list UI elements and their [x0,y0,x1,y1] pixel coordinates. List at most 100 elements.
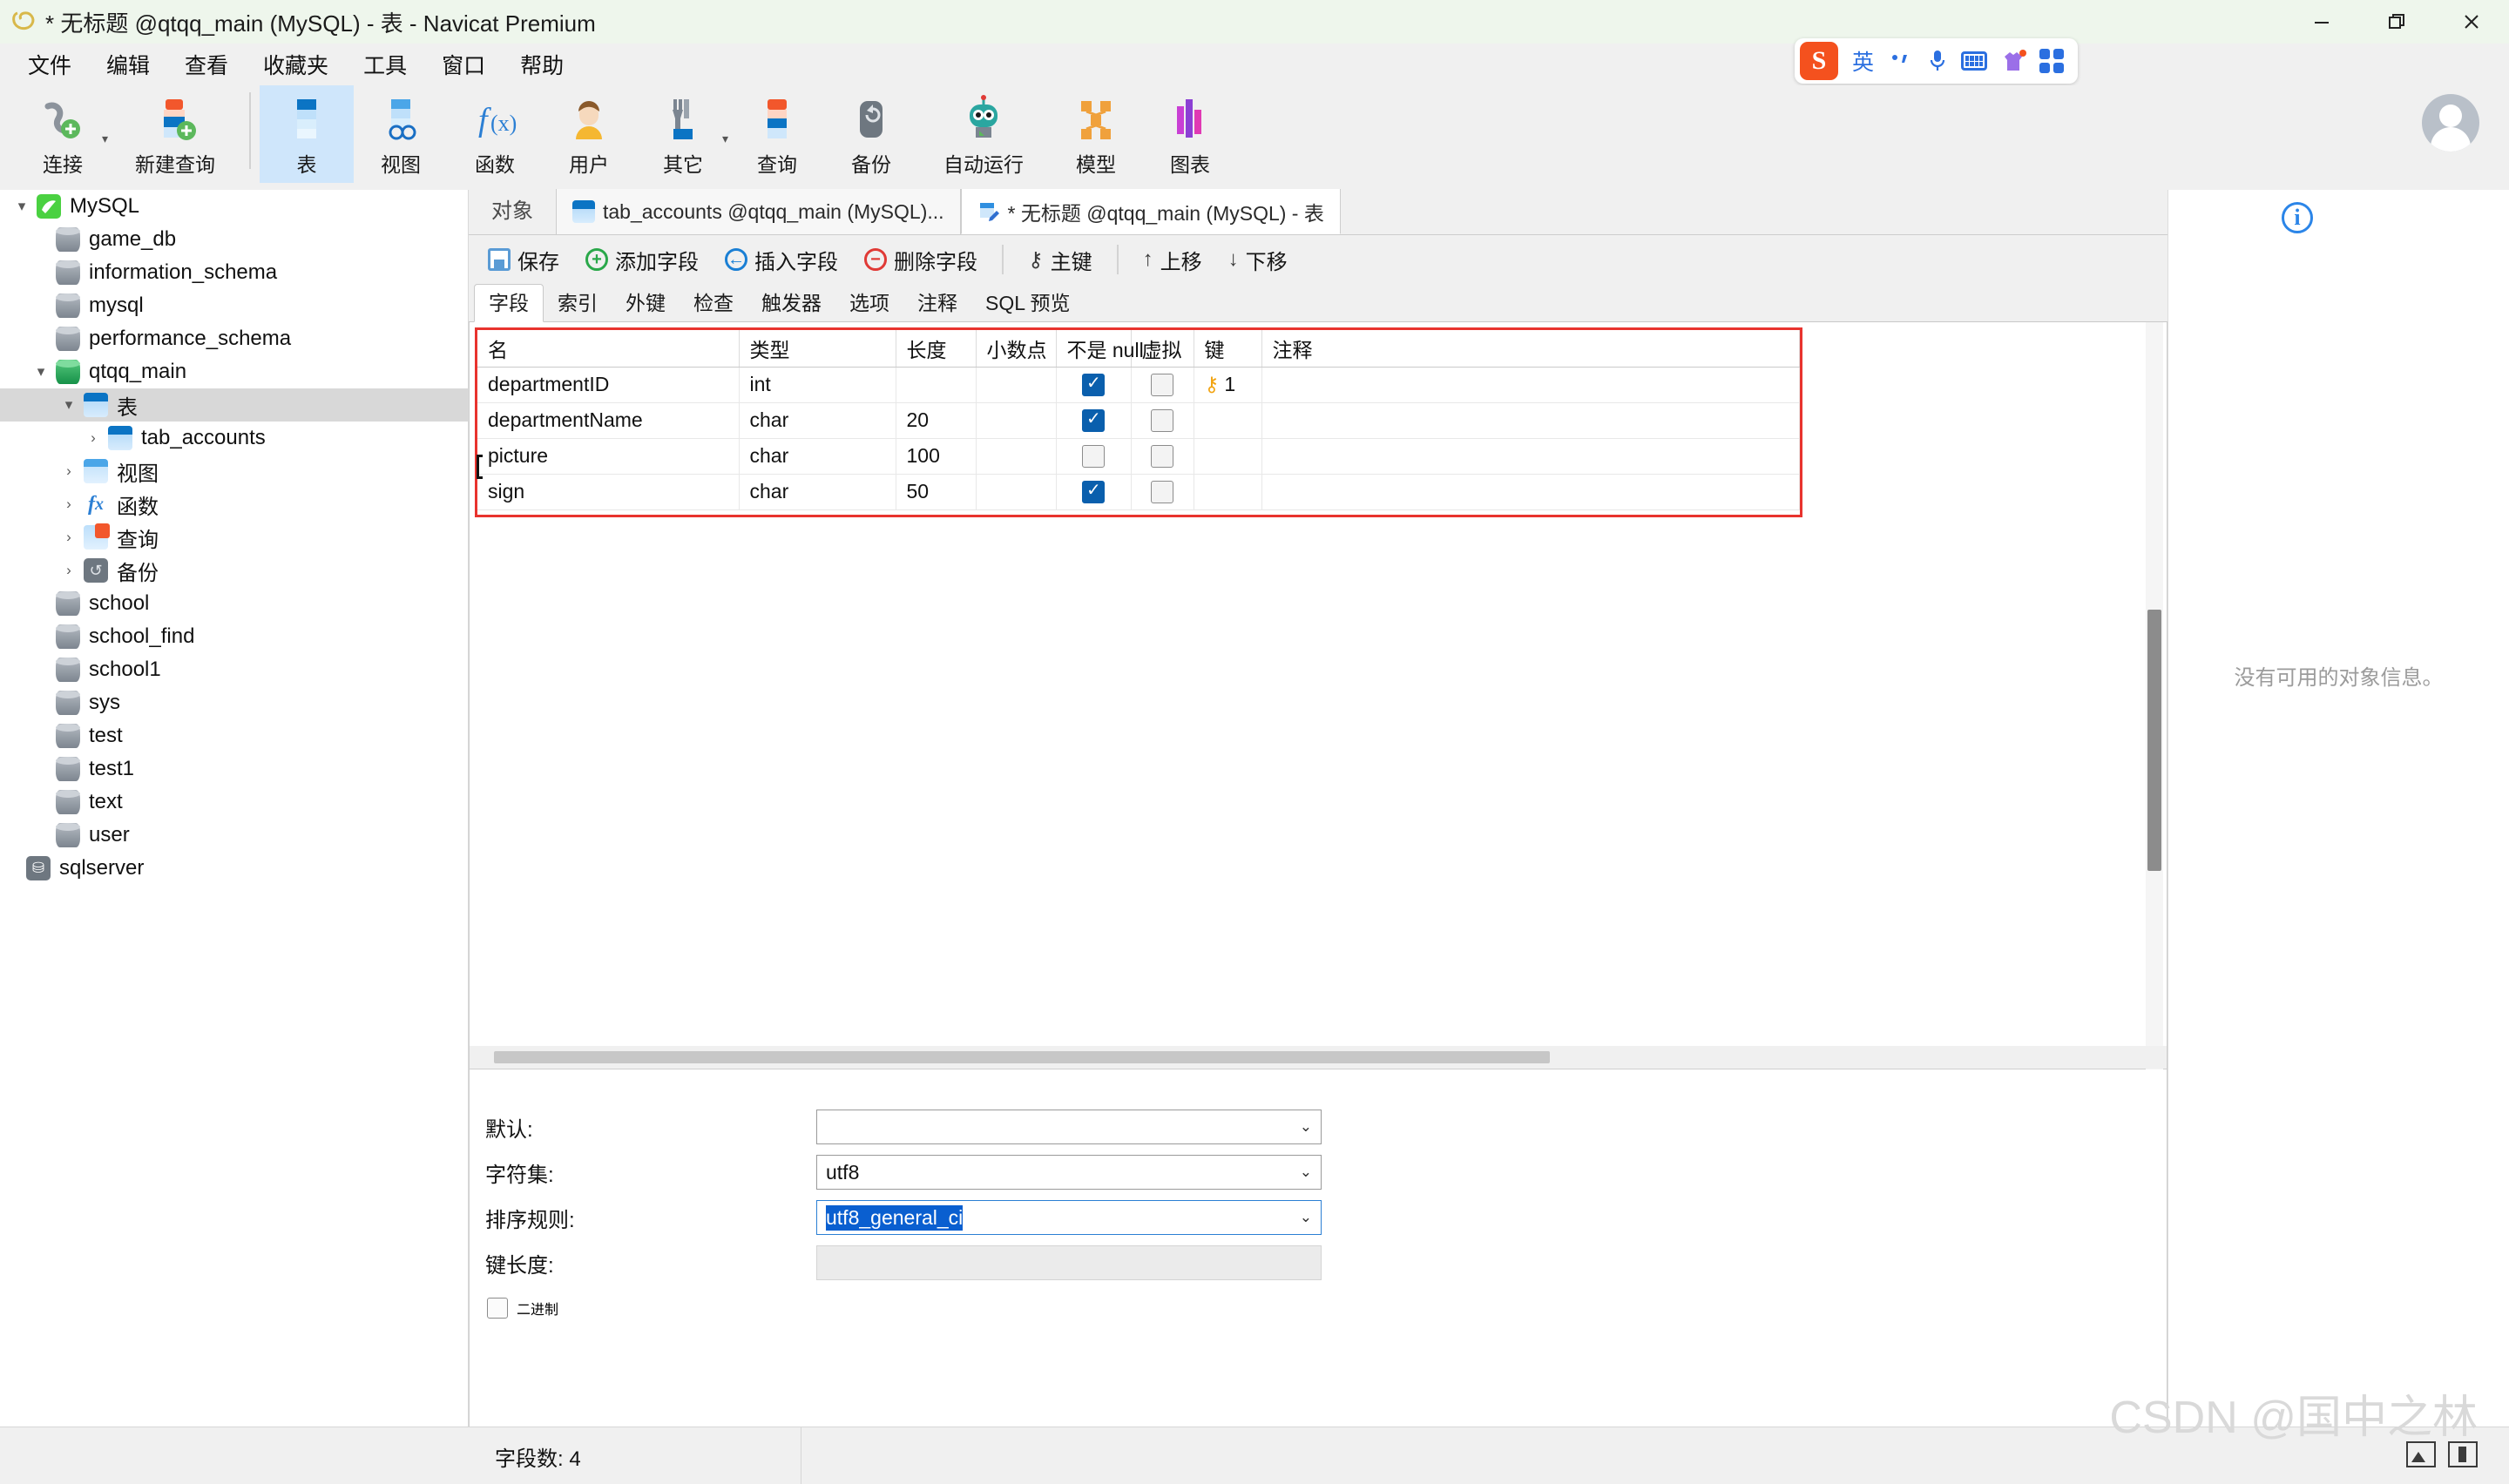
not-null-checkbox[interactable] [1082,479,1105,504]
tree-node-user[interactable]: user [0,819,468,852]
fields-table[interactable]: 名 类型 长度 小数点 不是 null 虚拟 键 注释 departmentID [477,330,1800,510]
chevron-down-icon[interactable]: ⌄ [1300,1164,1312,1181]
menu-window[interactable]: 窗口 [424,44,503,85]
form-view-icon[interactable] [2448,1441,2478,1467]
tree-node-tab-accounts[interactable]: › tab_accounts [0,422,468,455]
field-decimals[interactable] [976,474,1057,510]
field-key[interactable] [1194,402,1262,439]
tree-node-tables[interactable]: ▾ 表 [0,388,468,422]
field-comment[interactable] [1261,402,1800,439]
tab-comment[interactable]: 注释 [903,285,971,321]
tree-node-mysql[interactable]: ▾ MySQL [0,190,468,223]
restore-button[interactable] [2359,0,2434,44]
table-row[interactable]: sign char 50 [477,474,1800,510]
ime-skin-icon[interactable] [2001,50,2026,72]
close-button[interactable] [2434,0,2509,44]
tab-indexes[interactable]: 索引 [544,285,612,321]
charset-combobox[interactable]: utf8 ⌄ [816,1155,1322,1190]
ime-language-toggle[interactable]: 英 [1852,45,1874,77]
field-not-null-cell[interactable] [1056,438,1132,475]
tab-triggers[interactable]: 触发器 [747,285,835,321]
toolbar-backup[interactable]: 备份 [824,85,918,183]
field-name[interactable]: departmentName [477,402,740,439]
not-null-checkbox[interactable] [1082,372,1105,397]
ime-microphone-icon[interactable] [1928,49,1947,73]
field-key[interactable] [1194,474,1262,510]
field-type[interactable]: int [739,367,896,403]
table-row[interactable]: departmentID int ⚷ 1 [477,367,1800,403]
vertical-scrollbar-thumb[interactable] [2147,610,2161,871]
toolbar-other[interactable]: 其它 ▾ [636,85,730,183]
database-tree[interactable]: ▾ MySQL game_db information_schema mysql… [0,190,469,1427]
column-header-key[interactable]: 键 [1194,330,1262,368]
primary-key-button[interactable]: ⚷ 主键 [1016,239,1105,280]
tab-foreign-keys[interactable]: 外键 [612,285,680,321]
tree-node-school-find[interactable]: school_find [0,620,468,653]
tree-node-views[interactable]: › 视图 [0,455,468,488]
column-header-decimals[interactable]: 小数点 [976,330,1057,368]
virtual-checkbox[interactable] [1151,481,1173,504]
not-null-checkbox[interactable] [1082,408,1105,433]
field-name[interactable]: picture [477,438,740,475]
table-row[interactable]: departmentName char 20 [477,402,1800,439]
chevron-down-icon[interactable]: ▾ [26,363,56,381]
field-name[interactable]: sign [477,474,740,510]
tree-node-test[interactable]: test [0,719,468,752]
tree-node-sqlserver[interactable]: ⛁ sqlserver [0,852,468,885]
chevron-down-icon[interactable]: ⌄ [1300,1118,1312,1136]
virtual-checkbox[interactable] [1151,374,1173,397]
field-decimals[interactable] [976,367,1057,403]
field-key[interactable] [1194,438,1262,475]
tree-node-school[interactable]: school [0,587,468,620]
field-type[interactable]: char [739,402,896,439]
field-key-cell[interactable]: ⚷ 1 [1194,367,1262,403]
menu-file[interactable]: 文件 [10,44,89,85]
document-tab-untitled[interactable]: * 无标题 @qtqq_main (MySQL) - 表 [960,189,1341,234]
field-not-null-cell[interactable] [1056,474,1132,510]
field-comment[interactable] [1261,438,1800,475]
field-virtual-cell[interactable] [1131,367,1194,403]
field-length[interactable]: 50 [896,474,977,510]
toolbar-chart[interactable]: 图表 [1143,85,1237,183]
menu-tools[interactable]: 工具 [346,44,424,85]
column-header-length[interactable]: 长度 [896,330,977,368]
chevron-down-icon[interactable]: ▾ [722,132,728,146]
toolbar-model[interactable]: 模型 [1049,85,1143,183]
field-name[interactable]: departmentID [477,367,740,403]
tab-checks[interactable]: 检查 [680,285,747,321]
field-not-null-cell[interactable] [1056,402,1132,439]
tree-node-sys[interactable]: sys [0,686,468,719]
field-length[interactable]: 100 [896,438,977,475]
tab-sql-preview[interactable]: SQL 预览 [971,285,1085,321]
tree-node-text[interactable]: text [0,786,468,819]
chevron-down-icon[interactable]: ▾ [54,396,84,414]
column-header-type[interactable]: 类型 [739,330,896,368]
tree-node-mysql-db[interactable]: mysql [0,289,468,322]
tree-node-school1[interactable]: school1 [0,653,468,686]
sogou-logo-icon[interactable]: S [1799,42,1838,80]
binary-checkbox[interactable] [487,1298,508,1319]
field-virtual-cell[interactable] [1131,474,1194,510]
tree-node-backups[interactable]: › ↺ 备份 [0,554,468,587]
ime-apps-icon[interactable] [2039,49,2064,73]
horizontal-scrollbar-thumb[interactable] [494,1051,1550,1063]
toolbar-automation[interactable]: 自动运行 [918,85,1049,183]
chevron-right-icon[interactable]: › [54,462,84,480]
table-row[interactable]: picture char 100 [477,438,1800,475]
menu-edit[interactable]: 编辑 [89,44,167,85]
chevron-down-icon[interactable]: ▾ [102,132,108,146]
chevron-down-icon[interactable]: ▾ [7,198,37,215]
tab-fields[interactable]: 字段 [474,284,544,322]
minimize-button[interactable] [2284,0,2359,44]
tree-node-test1[interactable]: test1 [0,752,468,786]
field-virtual-cell[interactable] [1131,402,1194,439]
field-not-null-cell[interactable] [1056,367,1132,403]
tree-node-queries[interactable]: › 查询 [0,521,468,554]
chevron-right-icon[interactable]: › [54,562,84,579]
add-field-button[interactable]: + 添加字段 [573,239,711,280]
tree-node-information-schema[interactable]: information_schema [0,256,468,289]
chevron-down-icon[interactable]: ⌄ [1300,1209,1312,1226]
tree-node-performance-schema[interactable]: performance_schema [0,322,468,355]
toolbar-user[interactable]: 用户 [542,85,636,183]
tree-node-qtqq-main[interactable]: ▾ qtqq_main [0,355,468,388]
